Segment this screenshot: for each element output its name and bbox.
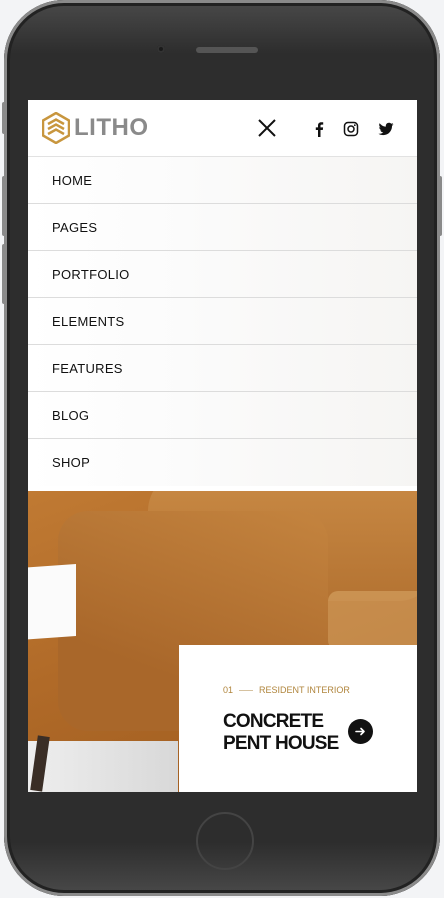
power-button [438, 176, 442, 236]
project-category: RESIDENT INTERIOR [259, 685, 350, 695]
mobile-menu: HOME PAGES PORTFOLIO ELEMENTS FEATURES B… [28, 157, 417, 486]
volume-down-button [2, 244, 6, 304]
side-table [28, 563, 76, 641]
project-title-line2: PENT HOUSE [223, 733, 339, 754]
project-number: 01 [223, 685, 234, 695]
menu-item-portfolio[interactable]: PORTFOLIO [28, 251, 417, 298]
home-button[interactable] [196, 812, 254, 870]
menu-item-label: PORTFOLIO [52, 266, 130, 282]
menu-item-shop[interactable]: SHOP [28, 439, 417, 486]
menu-item-label: HOME [52, 172, 93, 188]
arrow-right-icon [355, 727, 365, 736]
menu-item-label: BLOG [52, 407, 90, 423]
menu-item-label: FEATURES [52, 360, 123, 376]
menu-item-label: PAGES [52, 219, 98, 235]
meta-divider [239, 689, 254, 691]
logo-text: LITHO [74, 114, 149, 141]
volume-up-button [2, 176, 6, 236]
logo[interactable]: LITHO [42, 112, 149, 144]
close-icon[interactable] [256, 117, 278, 139]
menu-item-pages[interactable]: PAGES [28, 204, 417, 251]
litho-logo-icon [42, 112, 70, 144]
instagram-icon[interactable] [343, 121, 359, 137]
project-title-line1: CONCRETE [223, 711, 324, 732]
hero-image: 01 RESIDENT INTERIOR CONCRETE PENT HOUSE [28, 491, 417, 792]
project-meta: 01 RESIDENT INTERIOR [223, 685, 350, 695]
facebook-icon[interactable] [311, 121, 327, 137]
menu-item-label: SHOP [52, 455, 91, 470]
menu-item-home[interactable]: HOME [28, 157, 417, 204]
project-arrow-button[interactable] [348, 719, 373, 744]
menu-item-elements[interactable]: ELEMENTS [28, 298, 417, 345]
screen: LITHO HOME PAGES PORTFOLIO ELEMENTS FEAT… [28, 100, 417, 792]
front-camera [157, 45, 165, 53]
menu-item-blog[interactable]: BLOG [28, 392, 417, 439]
twitter-icon[interactable] [378, 121, 394, 137]
speaker [196, 47, 258, 53]
project-card[interactable]: 01 RESIDENT INTERIOR CONCRETE PENT HOUSE [179, 645, 417, 792]
menu-item-label: ELEMENTS [52, 313, 125, 329]
sofa-shadow [328, 591, 417, 651]
mute-switch [2, 102, 6, 134]
site-header: LITHO [28, 100, 417, 157]
project-title[interactable]: CONCRETE PENT HOUSE [223, 711, 339, 755]
floor [28, 741, 178, 792]
menu-item-features[interactable]: FEATURES [28, 345, 417, 392]
